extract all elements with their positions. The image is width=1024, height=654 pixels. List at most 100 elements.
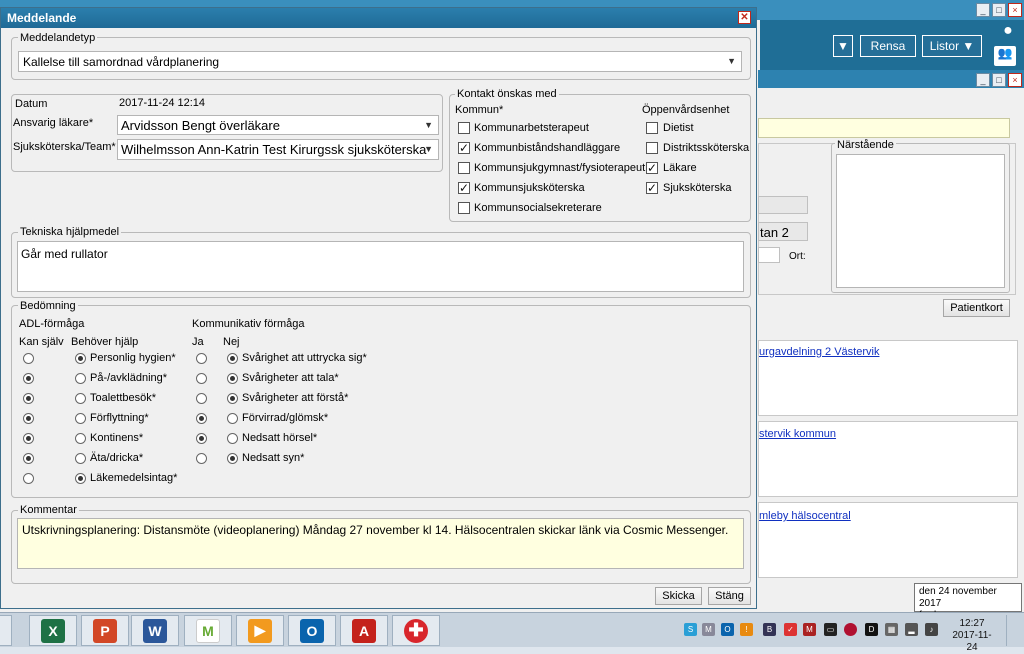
address-field[interactable]: tan 2: [758, 222, 808, 241]
komm-nej-radio[interactable]: [227, 433, 238, 444]
adl-kan-sjalv-radio[interactable]: [23, 413, 34, 424]
adl-behover-hjalp-radio[interactable]: [75, 433, 86, 444]
adl-kan-sjalv-radio[interactable]: [23, 353, 34, 364]
inner-maximize-icon[interactable]: □: [992, 73, 1006, 87]
komm-nej-radio[interactable]: [227, 413, 238, 424]
bluetooth-icon[interactable]: B: [763, 623, 776, 636]
komm-nej-radio[interactable]: [227, 393, 238, 404]
link-1[interactable]: urgavdelning 2 Västervik: [759, 346, 879, 358]
komm-nej-radio[interactable]: [227, 353, 238, 364]
word-icon: W: [143, 618, 167, 643]
system-clock[interactable]: 12:27 2017-11-24: [947, 618, 997, 654]
users-icon[interactable]: 👥: [994, 46, 1016, 66]
chevron-down-icon: ▼: [424, 120, 433, 130]
adl-kan-sjalv-radio[interactable]: [23, 453, 34, 464]
maximize-icon[interactable]: □: [992, 3, 1006, 17]
minimize-icon[interactable]: _: [976, 3, 990, 17]
kontakt-legend: Kontakt önskas med: [455, 88, 559, 100]
taskbar-medical-button[interactable]: ✚: [392, 615, 440, 646]
adl-kan-sjalv-radio[interactable]: [23, 433, 34, 444]
taskbar-powerpoint-button[interactable]: P: [81, 615, 129, 646]
rensa-button[interactable]: Rensa: [860, 35, 916, 57]
datum-label: Datum: [15, 98, 48, 110]
adl-behover-hjalp-radio[interactable]: [75, 413, 86, 424]
oppenvard-checkbox[interactable]: ✓: [646, 162, 658, 174]
id-icon[interactable]: D: [865, 623, 878, 636]
skicka-button[interactable]: Skicka: [655, 587, 702, 605]
dropdown-icon[interactable]: ▼: [833, 35, 853, 57]
komm-ja-radio[interactable]: [196, 393, 207, 404]
meddelandetyp-select[interactable]: Kallelse till samordnad vårdplanering ▼: [18, 51, 742, 72]
kommun-checkbox[interactable]: [458, 202, 470, 214]
user-icon[interactable]: ●: [994, 22, 1022, 44]
taskbar-media-button[interactable]: ▶: [236, 615, 284, 646]
dialog-close-icon[interactable]: ✕: [738, 11, 751, 24]
stang-button[interactable]: Stäng: [708, 587, 751, 605]
signal-icon[interactable]: ▂: [905, 623, 918, 636]
sjukskoterska-select[interactable]: Wilhelmsson Ann-Katrin Test Kirurgssk sj…: [117, 139, 439, 160]
kommun-checkbox-label: Kommunbiståndshandläggare: [474, 142, 621, 154]
oppenvard-checkbox[interactable]: [646, 122, 658, 134]
oppenvard-checkbox[interactable]: ✓: [646, 182, 658, 194]
oppenvard-checkbox[interactable]: [646, 142, 658, 154]
network-icon[interactable]: ▦: [885, 623, 898, 636]
inner-close-icon[interactable]: ×: [1008, 73, 1022, 87]
adl-kan-sjalv-radio[interactable]: [23, 473, 34, 484]
adl-behover-hjalp-radio[interactable]: [75, 473, 86, 484]
adl-behover-hjalp-radio[interactable]: [75, 373, 86, 384]
taskbar-messenger-button[interactable]: M: [184, 615, 232, 646]
adl-behover-hjalp-radio[interactable]: [75, 453, 86, 464]
skype-icon[interactable]: S: [684, 623, 697, 636]
komm-ja-radio[interactable]: [196, 433, 207, 444]
komm-ja-radio[interactable]: [196, 453, 207, 464]
taskbar-folder-button[interactable]: [0, 615, 12, 646]
komm-ja-radio[interactable]: [196, 413, 207, 424]
link-2[interactable]: stervik kommun: [759, 428, 836, 440]
speaker-icon[interactable]: ♪: [925, 623, 938, 636]
kommun-checkbox[interactable]: ✓: [458, 142, 470, 154]
inner-minimize-icon[interactable]: _: [976, 73, 990, 87]
close-icon[interactable]: ×: [1008, 3, 1022, 17]
kommun-checkbox[interactable]: ✓: [458, 182, 470, 194]
komm-nej-radio[interactable]: [227, 373, 238, 384]
komm-nej-radio[interactable]: [227, 453, 238, 464]
kommentar-textarea[interactable]: Utskrivningsplanering: Distansmöte (vide…: [17, 518, 744, 569]
taskbar-word-button[interactable]: W: [131, 615, 179, 646]
ansvarig-select[interactable]: Arvidsson Bengt överläkare ▼: [117, 115, 439, 135]
komm-item-label: Svårigheter att förstå*: [242, 392, 349, 404]
security-icon[interactable]: ✓: [784, 623, 797, 636]
kommun-checkbox[interactable]: [458, 122, 470, 134]
mcafee-icon[interactable]: M: [803, 623, 816, 636]
messenger-tray-icon[interactable]: M: [702, 623, 715, 636]
outlook-tray-icon[interactable]: O: [721, 623, 734, 636]
komm-ja-radio[interactable]: [196, 353, 207, 364]
komm-item-label: Svårighet att uttrycka sig*: [242, 352, 367, 364]
volume-warning-icon[interactable]: !: [740, 623, 753, 636]
link-3[interactable]: mleby hälsocentral: [759, 510, 851, 522]
oppenvard-checkbox-label: Sjuksköterska: [663, 182, 732, 194]
adl-item-label: Läkemedelsintag*: [90, 472, 178, 484]
tekniska-textarea[interactable]: Går med rullator: [17, 241, 744, 292]
taskbar-pdf-button[interactable]: A: [340, 615, 388, 646]
nej-label: Nej: [223, 336, 240, 348]
red-circle-icon[interactable]: [844, 623, 857, 636]
postcode-field[interactable]: [758, 247, 780, 263]
patientkort-button[interactable]: Patientkort: [943, 299, 1010, 317]
background-field[interactable]: [758, 196, 808, 214]
adl-behover-hjalp-radio[interactable]: [75, 353, 86, 364]
komm-ja-radio[interactable]: [196, 373, 207, 384]
kommun-label: Kommun*: [455, 104, 504, 116]
ja-label: Ja: [192, 336, 204, 348]
adl-kan-sjalv-radio[interactable]: [23, 393, 34, 404]
narstaende-list[interactable]: [836, 154, 1005, 288]
adl-kan-sjalv-radio[interactable]: [23, 373, 34, 384]
show-desktop-button[interactable]: [1006, 615, 1024, 646]
rensa-label: Rensa: [870, 39, 906, 53]
background-yellow-field[interactable]: [758, 118, 1010, 138]
taskbar-excel-button[interactable]: X: [29, 615, 77, 646]
adl-behover-hjalp-radio[interactable]: [75, 393, 86, 404]
kommun-checkbox[interactable]: [458, 162, 470, 174]
taskbar-outlook-button[interactable]: O: [288, 615, 336, 646]
display-icon[interactable]: ▭: [824, 623, 837, 636]
listor-button[interactable]: Listor ▼: [922, 35, 982, 57]
